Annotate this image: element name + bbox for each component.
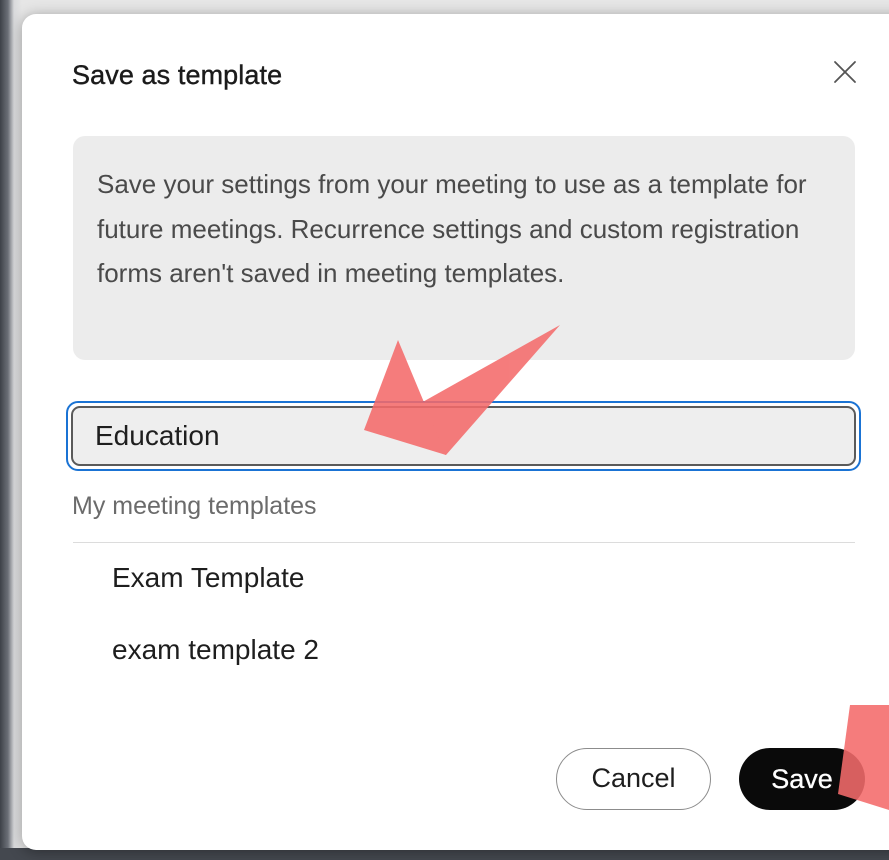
template-name-field-focus-ring [66, 401, 861, 471]
info-message-text: Save your settings from your meeting to … [97, 169, 807, 288]
template-item-exam-template-2[interactable]: exam template 2 [112, 634, 319, 666]
templates-divider [73, 542, 855, 543]
template-name-field [71, 406, 856, 466]
cancel-button[interactable]: Cancel [556, 748, 711, 810]
save-button[interactable]: Save [739, 748, 865, 810]
save-as-template-dialog: Save as template Save your settings from… [22, 14, 889, 850]
info-message-box: Save your settings from your meeting to … [73, 136, 855, 360]
template-name-input[interactable] [73, 408, 854, 464]
my-meeting-templates-label: My meeting templates [72, 492, 317, 520]
dialog-title: Save as template [72, 60, 283, 90]
template-item-exam-template[interactable]: Exam Template [112, 562, 304, 594]
close-icon [834, 61, 856, 83]
close-button[interactable] [830, 57, 860, 87]
